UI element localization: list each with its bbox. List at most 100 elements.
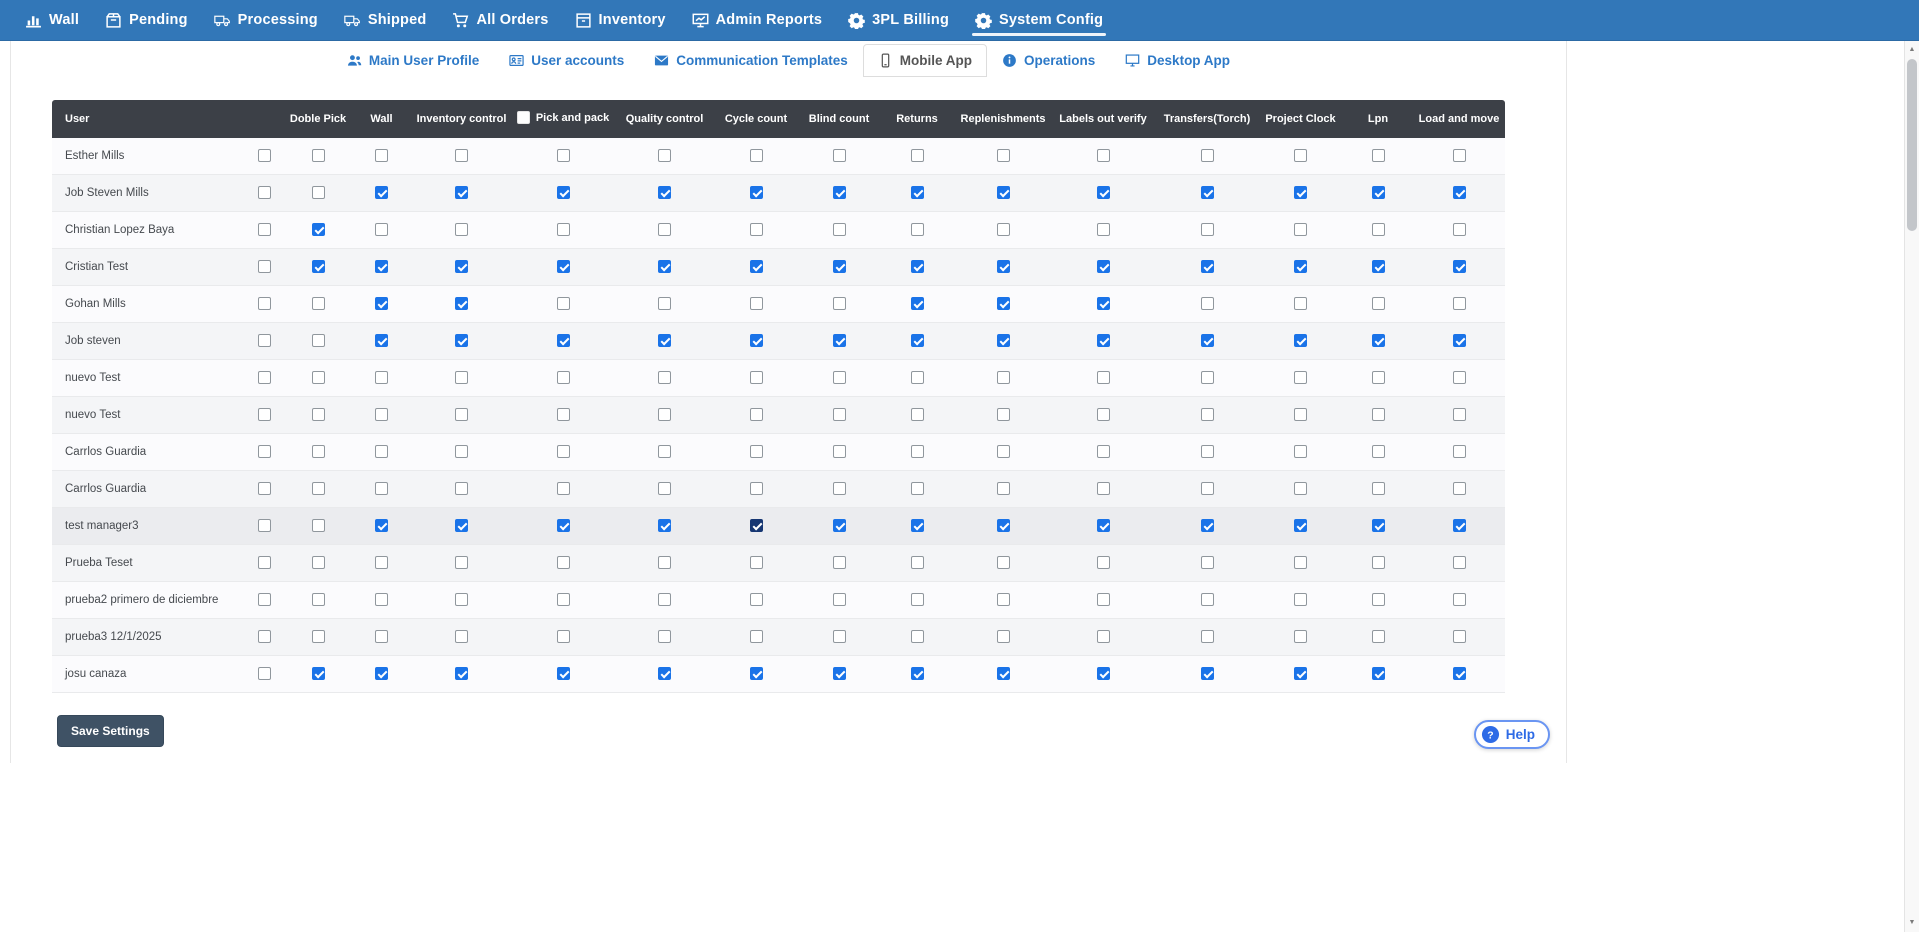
checkbox-transfers-torch[interactable] xyxy=(1201,630,1214,643)
checkbox-project-clock[interactable] xyxy=(1294,408,1307,421)
vertical-scrollbar[interactable]: ▲ ▼ xyxy=(1904,41,1919,932)
checkbox-transfers-torch[interactable] xyxy=(1201,519,1214,532)
checkbox-quality-control[interactable] xyxy=(658,149,671,162)
checkbox-doble-pick[interactable] xyxy=(312,186,325,199)
checkbox-project-clock[interactable] xyxy=(1294,186,1307,199)
checkbox-blind-count[interactable] xyxy=(833,149,846,162)
checkbox-labels-out-verify[interactable] xyxy=(1097,482,1110,495)
checkbox-cycle-count[interactable] xyxy=(750,445,763,458)
tab-desktop-app[interactable]: Desktop App xyxy=(1110,44,1245,77)
checkbox-quality-control[interactable] xyxy=(658,630,671,643)
checkbox-row-select[interactable] xyxy=(258,223,271,236)
nav-item-processing[interactable]: Processing xyxy=(201,0,331,40)
checkbox-load-and-move[interactable] xyxy=(1453,445,1466,458)
checkbox-wall[interactable] xyxy=(375,371,388,384)
checkbox-replenishments[interactable] xyxy=(997,593,1010,606)
tab-communication-templates[interactable]: Communication Templates xyxy=(639,44,863,77)
checkbox-replenishments[interactable] xyxy=(997,260,1010,273)
nav-item-inventory[interactable]: Inventory xyxy=(562,0,679,40)
checkbox-wall[interactable] xyxy=(375,630,388,643)
checkbox-inventory-control[interactable] xyxy=(455,186,468,199)
checkbox-doble-pick[interactable] xyxy=(312,408,325,421)
checkbox-transfers-torch[interactable] xyxy=(1201,186,1214,199)
checkbox-row-select[interactable] xyxy=(258,630,271,643)
checkbox-labels-out-verify[interactable] xyxy=(1097,186,1110,199)
checkbox-labels-out-verify[interactable] xyxy=(1097,297,1110,310)
checkbox-returns[interactable] xyxy=(911,445,924,458)
checkbox-doble-pick[interactable] xyxy=(312,482,325,495)
checkbox-lpn[interactable] xyxy=(1372,334,1385,347)
checkbox-project-clock[interactable] xyxy=(1294,371,1307,384)
nav-item-system-config[interactable]: System Config xyxy=(962,0,1116,40)
checkbox-project-clock[interactable] xyxy=(1294,334,1307,347)
checkbox-lpn[interactable] xyxy=(1372,408,1385,421)
checkbox-transfers-torch[interactable] xyxy=(1201,445,1214,458)
checkbox-load-and-move[interactable] xyxy=(1453,630,1466,643)
checkbox-project-clock[interactable] xyxy=(1294,445,1307,458)
checkbox-lpn[interactable] xyxy=(1372,519,1385,532)
checkbox-inventory-control[interactable] xyxy=(455,223,468,236)
checkbox-pick-and-pack[interactable] xyxy=(557,593,570,606)
checkbox-project-clock[interactable] xyxy=(1294,223,1307,236)
checkbox-labels-out-verify[interactable] xyxy=(1097,149,1110,162)
checkbox-inventory-control[interactable] xyxy=(455,149,468,162)
checkbox-doble-pick[interactable] xyxy=(312,593,325,606)
checkbox-labels-out-verify[interactable] xyxy=(1097,260,1110,273)
checkbox-labels-out-verify[interactable] xyxy=(1097,334,1110,347)
checkbox-transfers-torch[interactable] xyxy=(1201,667,1214,680)
checkbox-row-select[interactable] xyxy=(258,445,271,458)
checkbox-cycle-count[interactable] xyxy=(750,297,763,310)
checkbox-doble-pick[interactable] xyxy=(312,149,325,162)
checkbox-inventory-control[interactable] xyxy=(455,519,468,532)
checkbox-pick-and-pack[interactable] xyxy=(557,223,570,236)
checkbox-blind-count[interactable] xyxy=(833,334,846,347)
checkbox-blind-count[interactable] xyxy=(833,260,846,273)
checkbox-returns[interactable] xyxy=(911,149,924,162)
scroll-up-arrow[interactable]: ▲ xyxy=(1905,43,1919,57)
checkbox-row-select[interactable] xyxy=(258,371,271,384)
checkbox-lpn[interactable] xyxy=(1372,445,1385,458)
checkbox-returns[interactable] xyxy=(911,371,924,384)
checkbox-pick-and-pack[interactable] xyxy=(557,630,570,643)
checkbox-load-and-move[interactable] xyxy=(1453,667,1466,680)
tab-main-user-profile[interactable]: Main User Profile xyxy=(332,44,494,77)
checkbox-quality-control[interactable] xyxy=(658,445,671,458)
checkbox-wall[interactable] xyxy=(375,445,388,458)
checkbox-cycle-count[interactable] xyxy=(750,519,763,532)
checkbox-pick-and-pack[interactable] xyxy=(557,371,570,384)
checkbox-replenishments[interactable] xyxy=(997,297,1010,310)
checkbox-load-and-move[interactable] xyxy=(1453,297,1466,310)
checkbox-wall[interactable] xyxy=(375,593,388,606)
checkbox-cycle-count[interactable] xyxy=(750,260,763,273)
checkbox-quality-control[interactable] xyxy=(658,519,671,532)
checkbox-returns[interactable] xyxy=(911,223,924,236)
nav-item-wall[interactable]: Wall xyxy=(12,0,92,40)
checkbox-replenishments[interactable] xyxy=(997,667,1010,680)
checkbox-blind-count[interactable] xyxy=(833,667,846,680)
checkbox-load-and-move[interactable] xyxy=(1453,334,1466,347)
checkbox-load-and-move[interactable] xyxy=(1453,186,1466,199)
checkbox-replenishments[interactable] xyxy=(997,223,1010,236)
checkbox-lpn[interactable] xyxy=(1372,556,1385,569)
checkbox-labels-out-verify[interactable] xyxy=(1097,445,1110,458)
checkbox-cycle-count[interactable] xyxy=(750,408,763,421)
select-all-pick-and-pack-checkbox[interactable] xyxy=(517,111,530,124)
checkbox-lpn[interactable] xyxy=(1372,223,1385,236)
tab-user-accounts[interactable]: User accounts xyxy=(494,44,639,77)
checkbox-load-and-move[interactable] xyxy=(1453,519,1466,532)
checkbox-transfers-torch[interactable] xyxy=(1201,260,1214,273)
checkbox-lpn[interactable] xyxy=(1372,371,1385,384)
checkbox-inventory-control[interactable] xyxy=(455,445,468,458)
checkbox-doble-pick[interactable] xyxy=(312,334,325,347)
checkbox-quality-control[interactable] xyxy=(658,186,671,199)
checkbox-inventory-control[interactable] xyxy=(455,630,468,643)
checkbox-labels-out-verify[interactable] xyxy=(1097,593,1110,606)
checkbox-returns[interactable] xyxy=(911,519,924,532)
checkbox-load-and-move[interactable] xyxy=(1453,482,1466,495)
checkbox-replenishments[interactable] xyxy=(997,371,1010,384)
checkbox-lpn[interactable] xyxy=(1372,482,1385,495)
checkbox-transfers-torch[interactable] xyxy=(1201,371,1214,384)
nav-item-all-orders[interactable]: All Orders xyxy=(439,0,561,40)
checkbox-row-select[interactable] xyxy=(258,260,271,273)
checkbox-transfers-torch[interactable] xyxy=(1201,334,1214,347)
